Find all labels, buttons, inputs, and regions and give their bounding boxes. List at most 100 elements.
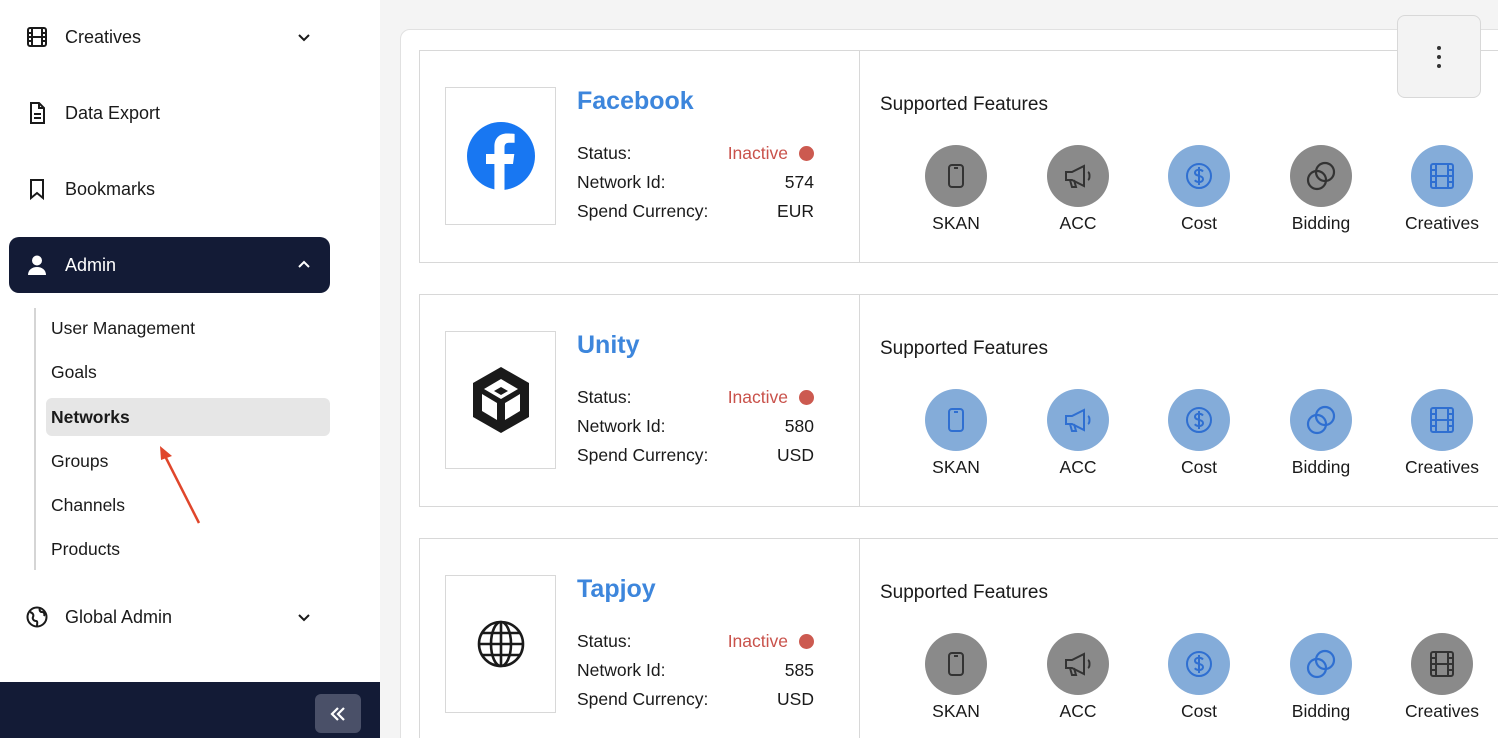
status-label: Status: [577,386,632,407]
sidebar-item-data-export[interactable]: Data Export [9,85,330,141]
feature-cost: Cost [1149,633,1249,722]
more-options-button[interactable] [1397,15,1481,98]
film-icon [1411,633,1473,695]
network-info: Facebook Status: Inactive Network Id: 574 Spe… [420,51,860,262]
feature-label: ACC [1059,701,1097,721]
network-info: Tapjoy Status: Inactive Network Id: 585 Spend… [420,539,860,738]
submenu-line [34,308,36,570]
status-label: Status: [577,630,632,651]
feature-label: SKAN [932,457,980,477]
feature-label: Cost [1181,701,1217,721]
sidebar-subitem-products[interactable]: Products [46,530,330,568]
phone-icon [925,389,987,451]
feature-label: Bidding [1291,213,1351,233]
status-dot [799,389,814,405]
sidebar-item-label: Data Export [65,102,161,123]
collapse-sidebar-button[interactable] [315,694,361,733]
globe-logo [445,575,556,713]
feature-label: Cost [1181,457,1217,477]
feature-creatives: Creatives [1392,633,1492,722]
currency-row: Spend Currency: USD [577,442,814,468]
bidding-icon [1290,389,1352,451]
currency-row: Spend Currency: USD [577,686,814,712]
features-title: Supported Features [880,338,1048,359]
currency-value: EUR [777,200,814,221]
sidebar-item-label: Creatives [65,26,142,47]
globe-icon [23,603,51,631]
dollar-icon [1168,145,1230,207]
sidebar-subitem-networks[interactable]: Networks [46,398,330,436]
document-icon [23,99,51,127]
feature-cost: Cost [1149,389,1249,478]
sidebar-item-bookmarks[interactable]: Bookmarks [9,161,330,217]
feature-creatives: Creatives [1392,145,1492,234]
status-label: Status: [577,142,632,163]
network-card: Facebook Status: Inactive Network Id: 574 Spe… [419,50,1498,263]
status-value: Inactive [727,386,788,407]
status-dot [799,145,814,161]
user-icon [23,251,51,279]
sidebar-item-label: Global Admin [65,606,173,627]
sidebar-item-label: Admin [65,254,117,275]
status-value: Inactive [727,630,788,651]
sidebar-item-global-admin[interactable]: Global Admin [9,589,330,645]
currency-value: USD [777,688,814,709]
features-title: Supported Features [880,582,1048,603]
feature-label: Creatives [1405,213,1479,233]
phone-icon [925,633,987,695]
status-row: Status: Inactive [577,628,814,654]
network-name[interactable]: Tapjoy [577,575,656,604]
feature-bidding: Bidding [1271,145,1371,234]
network-id-label: Network Id: [577,415,666,436]
film-icon [1411,389,1473,451]
network-info: Unity Status: Inactive Network Id: 580 Spend … [420,295,860,506]
bookmark-icon [23,175,51,203]
chevron-down-icon [294,27,314,47]
feature-label: SKAN [932,701,980,721]
network-name[interactable]: Unity [577,331,640,360]
status-dot [799,633,814,649]
feature-bidding: Bidding [1271,633,1371,722]
feature-acc: ACC [1028,145,1128,234]
sidebar-subitem-goals[interactable]: Goals [46,353,330,391]
feature-acc: ACC [1028,633,1128,722]
facebook-logo [445,87,556,225]
network-id-value: 580 [784,415,814,436]
status-value: Inactive [727,142,788,163]
network-name[interactable]: Facebook [577,87,694,116]
feature-cost: Cost [1149,145,1249,234]
network-id-row: Network Id: 580 [577,413,814,439]
sidebar: Creatives Data Export Bookmarks Admin Us… [0,0,380,738]
unity-logo [445,331,556,469]
network-card: Tapjoy Status: Inactive Network Id: 585 Spend… [419,538,1498,738]
feature-label: ACC [1059,457,1097,477]
network-id-value: 585 [784,659,814,680]
sidebar-subitem-user-management[interactable]: User Management [46,309,330,347]
megaphone-icon [1047,389,1109,451]
feature-skan: SKAN [906,389,1006,478]
status-row: Status: Inactive [577,140,814,166]
feature-label: Creatives [1405,457,1479,477]
feature-label: ACC [1059,213,1097,233]
currency-label: Spend Currency: [577,444,709,465]
megaphone-icon [1047,145,1109,207]
status-row: Status: Inactive [577,384,814,410]
feature-label: Bidding [1291,701,1351,721]
currency-row: Spend Currency: EUR [577,198,814,224]
network-id-value: 574 [784,171,814,192]
megaphone-icon [1047,633,1109,695]
dollar-icon [1168,389,1230,451]
chevron-up-icon [294,255,314,275]
currency-label: Spend Currency: [577,688,709,709]
network-id-label: Network Id: [577,171,666,192]
sidebar-item-creatives[interactable]: Creatives [9,9,330,65]
film-icon [23,23,51,51]
feature-bidding: Bidding [1271,389,1371,478]
status-badge: Inactive [728,387,814,408]
double-chevron-left-icon [330,706,345,721]
feature-label: Cost [1181,213,1217,233]
dollar-icon [1168,633,1230,695]
feature-label: SKAN [932,213,980,233]
sidebar-item-admin[interactable]: Admin [9,237,330,293]
feature-acc: ACC [1028,389,1128,478]
